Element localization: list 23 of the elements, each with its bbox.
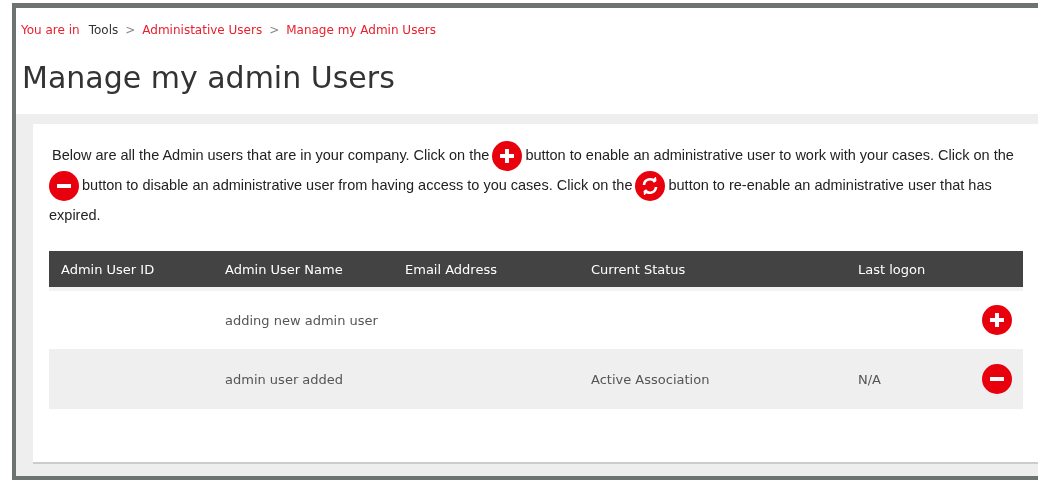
plus-icon [990, 313, 1004, 328]
table-cell: admin user added [225, 371, 344, 387]
intro-text: Below are all the Admin users that are in your company. Click on the button to enable an administrative user to work with your cases. Click on the button to disable an administrative user from having access to you cases. Click on the button to re-enable an administrative user that has expired. [49, 141, 1024, 231]
breadcrumb-separator: > [125, 23, 136, 37]
refresh-icon [635, 171, 666, 202]
column-header: Last logon [858, 261, 926, 277]
add-button[interactable] [982, 305, 1012, 336]
remove-button[interactable] [982, 364, 1012, 395]
breadcrumb-label: You are in [21, 23, 80, 37]
column-header: Email Address [405, 261, 497, 277]
column-header: Current Status [591, 261, 686, 277]
column-header: Admin User ID [61, 261, 155, 277]
breadcrumb-link[interactable]: Administative Users [142, 23, 263, 37]
column-header: Admin User Name [225, 261, 343, 277]
page-title: Manage my admin Users [22, 60, 396, 95]
breadcrumb-separator: > [269, 23, 280, 37]
breadcrumb-link[interactable]: Tools [88, 23, 119, 37]
plus-icon [492, 141, 523, 172]
table-cell: adding new admin user [225, 312, 378, 328]
minus-icon [49, 171, 79, 202]
table-cell: N/A [858, 371, 881, 387]
table-cell: Active Association [591, 371, 710, 387]
breadcrumb-link[interactable]: Manage my Admin Users [286, 23, 436, 37]
